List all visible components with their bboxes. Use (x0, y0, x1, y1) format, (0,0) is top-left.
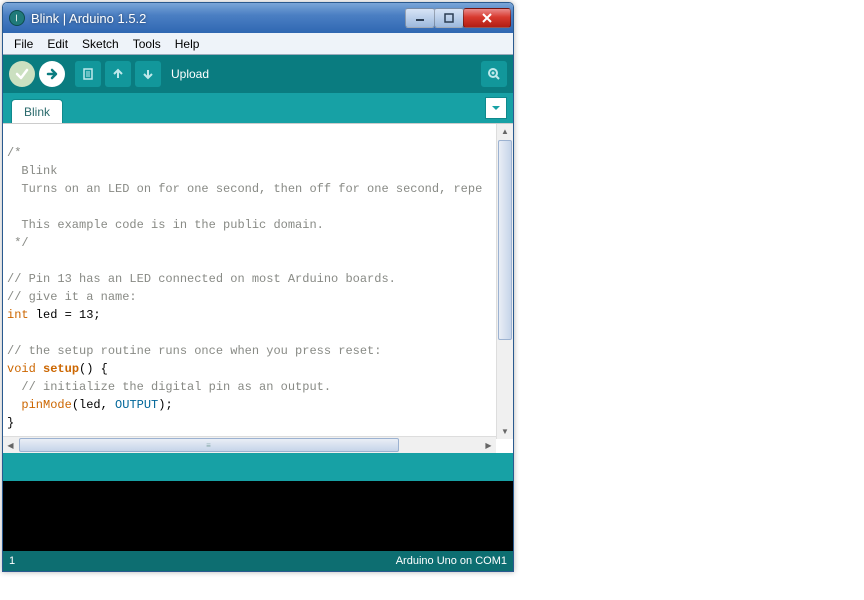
tab-blink[interactable]: Blink (11, 99, 63, 123)
menu-help[interactable]: Help (168, 35, 207, 53)
horizontal-scrollbar[interactable]: ◀ ≡ ▶ (3, 436, 496, 453)
scroll-left-icon[interactable]: ◀ (3, 437, 18, 453)
menu-sketch[interactable]: Sketch (75, 35, 126, 53)
editor-area: /* Blink Turns on an LED on for one seco… (3, 123, 513, 453)
serial-monitor-icon (486, 66, 502, 82)
file-icon (81, 67, 95, 81)
window-button-group (406, 8, 511, 28)
serial-monitor-button[interactable] (481, 61, 507, 87)
vertical-scrollbar[interactable]: ▲ ▼ (496, 124, 513, 439)
close-icon (481, 12, 493, 24)
arrow-up-icon (111, 67, 125, 81)
upload-button[interactable] (39, 61, 65, 87)
toolbar-hint: Upload (171, 67, 209, 81)
tab-bar: Blink (3, 93, 513, 123)
tab-label: Blink (24, 105, 50, 119)
titlebar[interactable]: Blink | Arduino 1.5.2 (3, 3, 513, 33)
arduino-app-icon (9, 10, 25, 26)
menu-edit[interactable]: Edit (40, 35, 75, 53)
vertical-scroll-thumb[interactable] (498, 140, 512, 340)
menu-tools[interactable]: Tools (126, 35, 168, 53)
board-port-indicator: Arduino Uno on COM1 (396, 555, 507, 567)
console-output[interactable] (3, 481, 513, 551)
check-icon (15, 67, 29, 81)
maximize-button[interactable] (434, 8, 464, 28)
scroll-right-icon[interactable]: ▶ (481, 437, 496, 453)
code-editor[interactable]: /* Blink Turns on an LED on for one seco… (3, 124, 495, 438)
arrow-right-icon (45, 67, 59, 81)
toolbar: Upload (3, 55, 513, 93)
menu-file[interactable]: File (7, 35, 40, 53)
minimize-button[interactable] (405, 8, 435, 28)
chevron-down-icon (491, 103, 501, 113)
minimize-icon (415, 13, 425, 23)
new-sketch-button[interactable] (75, 61, 101, 87)
message-area (3, 453, 513, 481)
window-title: Blink | Arduino 1.5.2 (31, 11, 406, 26)
maximize-icon (444, 13, 454, 23)
verify-button[interactable] (9, 61, 35, 87)
scroll-down-icon[interactable]: ▼ (497, 424, 513, 439)
tab-menu-button[interactable] (485, 97, 507, 119)
app-window: Blink | Arduino 1.5.2 File Edit Sketch T… (2, 2, 514, 572)
scroll-up-icon[interactable]: ▲ (497, 124, 513, 139)
save-sketch-button[interactable] (135, 61, 161, 87)
horizontal-scroll-thumb[interactable]: ≡ (19, 438, 399, 452)
cursor-line-indicator: 1 (9, 555, 15, 567)
menubar: File Edit Sketch Tools Help (3, 33, 513, 55)
close-button[interactable] (463, 8, 511, 28)
arrow-down-icon (141, 67, 155, 81)
status-bar: 1 Arduino Uno on COM1 (3, 551, 513, 571)
open-sketch-button[interactable] (105, 61, 131, 87)
